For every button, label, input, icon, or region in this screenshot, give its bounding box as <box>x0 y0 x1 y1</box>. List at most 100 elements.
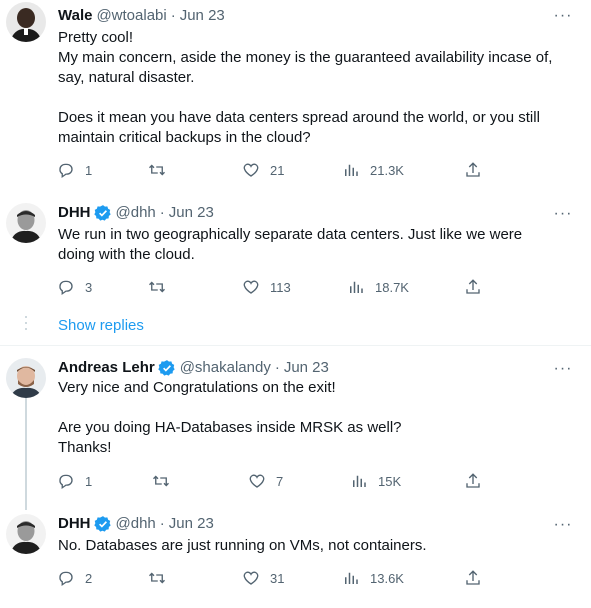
reply-button[interactable]: 3 <box>57 275 92 299</box>
share-icon <box>466 162 480 177</box>
reply-icon <box>59 571 73 587</box>
tweet-header: DHH @dhh · Jun 23 <box>58 514 214 534</box>
views-button[interactable]: 21.3K <box>342 158 404 182</box>
like-count: 21 <box>270 162 285 178</box>
timestamp[interactable]: Jun 23 <box>284 358 329 378</box>
share-button[interactable] <box>464 275 482 299</box>
share-button[interactable] <box>464 158 482 182</box>
views-icon <box>353 475 366 487</box>
share-icon <box>466 570 480 585</box>
thread-dots <box>24 316 28 334</box>
reply-count: 1 <box>85 473 93 489</box>
reply-count: 2 <box>85 570 93 586</box>
verified-badge-icon <box>158 360 175 376</box>
timestamp[interactable]: Jun 23 <box>180 6 225 26</box>
retweet-button[interactable] <box>148 566 176 590</box>
retweet-button[interactable] <box>152 469 180 493</box>
views-button[interactable]: 13.6K <box>342 566 404 590</box>
author-name[interactable]: DHH <box>58 514 91 534</box>
tweet-line: We run in two geographically separate da… <box>58 226 523 243</box>
avatar-andreas-lehr[interactable] <box>6 358 46 398</box>
reply-icon <box>59 163 73 179</box>
show-replies-link[interactable]: Show replies <box>58 316 144 336</box>
tweet-line: Are you doing HA-Databases inside MRSK a… <box>58 419 402 436</box>
reply-button[interactable]: 2 <box>57 566 92 590</box>
like-button[interactable]: 21 <box>242 158 284 182</box>
tweet-line: My main concern, aside the money is the … <box>58 49 553 66</box>
share-icon <box>466 279 480 294</box>
like-icon <box>243 163 259 177</box>
timestamp[interactable]: Jun 23 <box>169 514 214 534</box>
reply-button[interactable]: 1 <box>57 158 92 182</box>
tweet-line: Pretty cool! <box>58 29 134 46</box>
tweet-dhh-2[interactable]: DHH @dhh · Jun 23 ··· No. Databases are … <box>0 506 591 608</box>
views-count: 13.6K <box>370 570 404 586</box>
tweet-line: Thanks! <box>58 439 112 456</box>
author-handle[interactable]: @dhh <box>116 514 156 534</box>
reply-icon <box>59 280 73 296</box>
tweet-header: Wale @wtoalabi · Jun 23 <box>58 6 225 26</box>
thread-line <box>25 396 27 510</box>
retweet-icon <box>149 164 165 176</box>
more-icon[interactable]: ··· <box>553 8 573 30</box>
tweet-line: No. Databases are just running on VMs, n… <box>58 537 427 554</box>
retweet-button[interactable] <box>148 158 176 182</box>
like-button[interactable]: 31 <box>242 566 284 590</box>
author-name[interactable]: Wale <box>58 6 92 26</box>
tweet-line: doing with the cloud. <box>58 246 195 263</box>
tweet-header: Andreas Lehr @shakalandy · Jun 23 <box>58 358 329 378</box>
reply-icon <box>59 474 73 490</box>
views-count: 18.7K <box>375 279 409 295</box>
share-button[interactable] <box>464 566 482 590</box>
separator: · <box>159 515 165 532</box>
views-icon <box>350 281 363 293</box>
tweet-actions: 2 31 13.6K <box>52 566 492 590</box>
views-icon <box>345 572 358 584</box>
separator: · <box>170 7 176 24</box>
retweet-icon <box>149 572 165 584</box>
separator: · <box>159 204 165 221</box>
avatar-dhh[interactable] <box>6 203 46 243</box>
views-button[interactable]: 15K <box>350 469 401 493</box>
author-name[interactable]: Andreas Lehr <box>58 358 155 378</box>
tweet-line <box>58 398 578 418</box>
verified-badge-icon <box>93 516 111 532</box>
author-name[interactable]: DHH <box>58 203 91 223</box>
like-button[interactable]: 113 <box>242 275 291 299</box>
tweet-andreas-lehr[interactable]: Andreas Lehr @shakalandy · Jun 23 ··· Ve… <box>0 346 591 510</box>
reply-button[interactable]: 1 <box>57 469 92 493</box>
tweet-actions: 1 7 15K <box>52 469 492 493</box>
like-count: 113 <box>270 279 291 295</box>
retweet-icon <box>149 281 165 293</box>
reply-count: 1 <box>85 162 93 178</box>
like-button[interactable]: 7 <box>248 469 283 493</box>
views-button[interactable]: 18.7K <box>347 275 409 299</box>
views-count: 15K <box>378 473 402 489</box>
tweet-line: Does it mean you have data centers sprea… <box>58 109 540 126</box>
tweet-line: Very nice and Congratulations on the exi… <box>58 379 336 396</box>
like-count: 31 <box>270 570 285 586</box>
tweet-wale[interactable]: Wale @wtoalabi · Jun 23 ··· Pretty cool!… <box>0 0 591 195</box>
like-icon <box>249 474 265 488</box>
retweet-button[interactable] <box>148 275 176 299</box>
tweet-line: say, natural disaster. <box>58 69 195 86</box>
tweet-text: We run in two geographically separate da… <box>58 225 578 265</box>
views-count: 21.3K <box>370 162 404 178</box>
reply-count: 3 <box>85 279 93 295</box>
tweet-text: Pretty cool! My main concern, aside the … <box>58 28 578 148</box>
author-handle[interactable]: @wtoalabi <box>96 6 166 26</box>
tweet-text: Very nice and Congratulations on the exi… <box>58 378 578 458</box>
share-icon <box>466 473 480 488</box>
avatar-wale[interactable] <box>6 2 46 42</box>
like-icon <box>243 280 259 294</box>
like-count: 7 <box>276 473 284 489</box>
tweet-actions: 3 113 18.7K <box>52 275 492 299</box>
author-handle[interactable]: @dhh <box>116 203 156 223</box>
timestamp[interactable]: Jun 23 <box>169 203 214 223</box>
share-button[interactable] <box>464 469 482 493</box>
like-icon <box>243 571 259 585</box>
author-handle[interactable]: @shakalandy <box>180 358 271 378</box>
avatar-dhh[interactable] <box>6 514 46 554</box>
verified-badge-icon <box>93 205 111 221</box>
tweet-actions: 1 21 21.3K <box>52 158 492 182</box>
